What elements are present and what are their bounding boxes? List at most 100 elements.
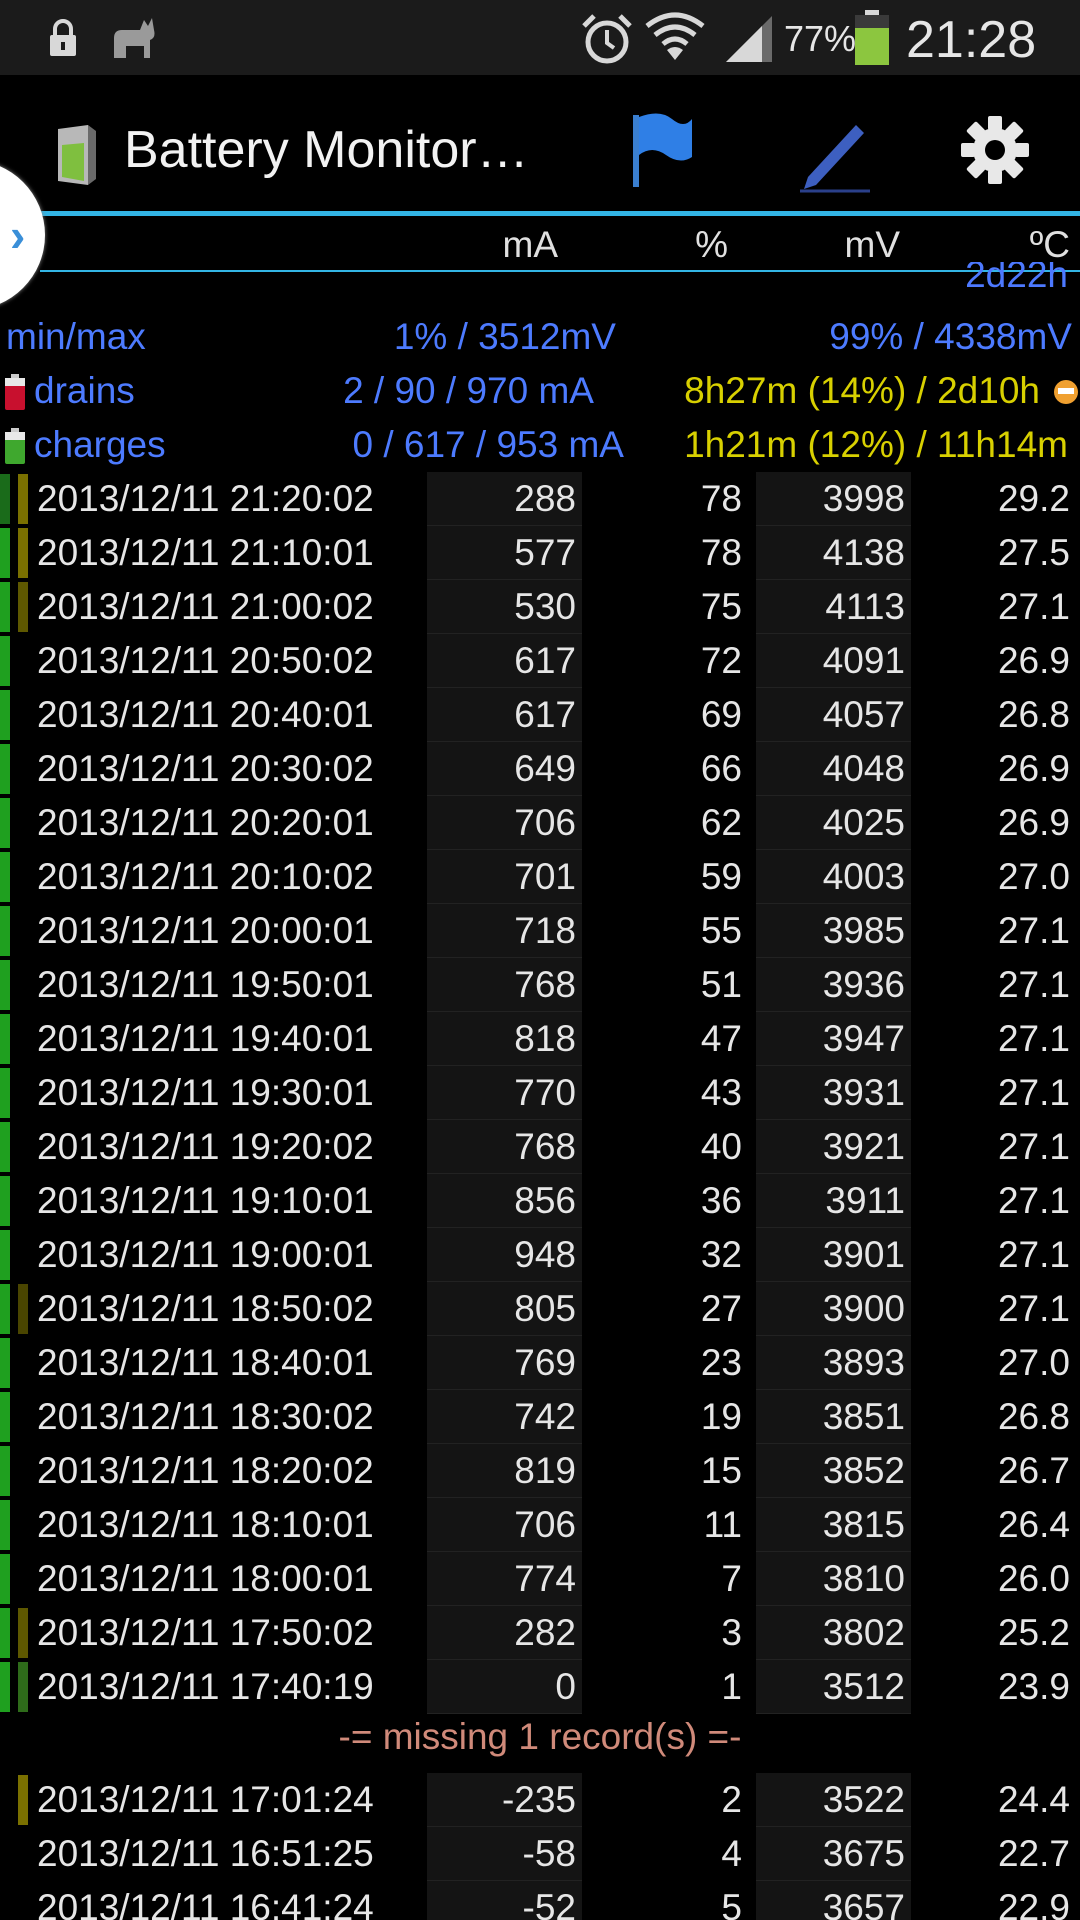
table-row[interactable]: 2013/12/11 18:50:02 805 27 3900 27.1: [0, 1282, 1080, 1336]
row-ma: 282: [514, 1612, 576, 1653]
table-row[interactable]: 2013/12/11 19:10:01 856 36 3911 27.1: [0, 1174, 1080, 1228]
row-timestamp: 2013/12/11 19:50:01: [37, 964, 374, 1005]
row-temp: 27.1: [997, 586, 1070, 627]
row-mv-cell: 3985: [756, 904, 911, 958]
flag-icon[interactable]: [620, 105, 710, 195]
log-table[interactable]: 2013/12/11 21:20:02 288 78 3998 29.2 2013/12/…: [0, 472, 1080, 1714]
table-row[interactable]: 2013/12/11 16:41:24 -52 5 3657 22.9: [0, 1881, 1080, 1920]
column-mv[interactable]: mV: [845, 224, 901, 266]
status-bar-marker: [0, 1500, 10, 1550]
row-temp: 26.7: [997, 1450, 1070, 1491]
row-ma-cell: 617: [427, 634, 582, 688]
charges-label: charges: [34, 424, 166, 465]
table-row[interactable]: 2013/12/11 17:01:24 -235 2 3522 24.4: [0, 1773, 1080, 1827]
row-percent: 78: [700, 532, 742, 573]
row-temp: 27.5: [997, 532, 1070, 573]
row-ma: 819: [514, 1450, 576, 1491]
drains-right: 8h27m (14%) / 2d10h: [684, 370, 1040, 411]
table-row[interactable]: 2013/12/11 19:50:01 768 51 3936 27.1: [0, 958, 1080, 1012]
gear-icon[interactable]: [950, 105, 1040, 195]
status-bar-marker: [18, 636, 28, 686]
table-row[interactable]: 2013/12/11 19:30:01 770 43 3931 27.1: [0, 1066, 1080, 1120]
table-row[interactable]: 2013/12/11 18:40:01 769 23 3893 27.0: [0, 1336, 1080, 1390]
row-temp: 26.9: [997, 802, 1070, 843]
row-ma-cell: 0: [427, 1660, 582, 1714]
row-ma: 288: [514, 478, 576, 519]
row-temp: 26.8: [997, 1396, 1070, 1437]
row-ma: 718: [514, 910, 576, 951]
status-bar-marker: [18, 1068, 28, 1118]
drains-label: drains: [34, 370, 135, 411]
status-bar-marker: [18, 690, 28, 740]
column-ma[interactable]: mA: [503, 224, 559, 266]
row-ma-cell: 577: [427, 526, 582, 580]
row-mv-cell: 3852: [756, 1444, 911, 1498]
row-mv-cell: 3901: [756, 1228, 911, 1282]
table-row[interactable]: 2013/12/11 20:30:02 649 66 4048 26.9: [0, 742, 1080, 796]
table-row[interactable]: 2013/12/11 18:20:02 819 15 3852 26.7: [0, 1444, 1080, 1498]
battery-green-icon: [5, 428, 25, 464]
table-row[interactable]: 2013/12/11 20:50:02 617 72 4091 26.9: [0, 634, 1080, 688]
app-icon[interactable]: [52, 125, 100, 185]
row-mv-cell: 3657: [756, 1881, 911, 1920]
table-row[interactable]: 2013/12/11 18:10:01 706 11 3815 26.4: [0, 1498, 1080, 1552]
row-ma: 617: [514, 640, 576, 681]
table-row[interactable]: 2013/12/11 17:50:02 282 3 3802 25.2: [0, 1606, 1080, 1660]
row-mv-cell: 3936: [756, 958, 911, 1012]
column-temp[interactable]: ºC: [1030, 224, 1070, 266]
row-timestamp: 2013/12/11 20:10:02: [37, 856, 374, 897]
table-row[interactable]: 2013/12/11 20:10:02 701 59 4003 27.0: [0, 850, 1080, 904]
row-mv: 4048: [822, 748, 905, 789]
status-bar-marker: [18, 1392, 28, 1442]
row-temp: 27.1: [997, 1072, 1070, 1113]
table-row[interactable]: 2013/12/11 20:40:01 617 69 4057 26.8: [0, 688, 1080, 742]
row-percent: 43: [700, 1072, 742, 1113]
row-mv: 3810: [822, 1558, 905, 1599]
status-bar-marker: [18, 1775, 28, 1825]
status-bar-marker: [18, 528, 28, 578]
row-percent: 75: [700, 586, 742, 627]
status-bar-marker: [0, 1176, 10, 1226]
table-row[interactable]: 2013/12/11 21:10:01 577 78 4138 27.5: [0, 526, 1080, 580]
row-mv-cell: 3512: [756, 1660, 911, 1714]
column-pct[interactable]: %: [695, 224, 728, 266]
table-row[interactable]: 2013/12/11 19:40:01 818 47 3947 27.1: [0, 1012, 1080, 1066]
row-mv: 3921: [822, 1126, 905, 1167]
table-row[interactable]: 2013/12/11 20:20:01 706 62 4025 26.9: [0, 796, 1080, 850]
row-timestamp: 2013/12/11 20:20:01: [37, 802, 374, 843]
row-percent: 40: [700, 1126, 742, 1167]
row-ma-cell: 742: [427, 1390, 582, 1444]
drains-left: 2 / 90 / 970 mA: [343, 370, 594, 411]
row-mv: 3675: [822, 1833, 905, 1874]
log-table-continued[interactable]: 2013/12/11 17:01:24 -235 2 3522 24.4 2013/12/…: [0, 1773, 1080, 1920]
lock-icon: [50, 19, 76, 56]
table-row[interactable]: 2013/12/11 17:40:19 0 1 3512 23.9: [0, 1660, 1080, 1714]
table-row[interactable]: 2013/12/11 21:20:02 288 78 3998 29.2: [0, 472, 1080, 526]
row-percent: 78: [700, 478, 742, 519]
status-bar-marker: [0, 1338, 10, 1388]
row-temp: 27.0: [997, 856, 1070, 897]
clock: 21:28: [906, 11, 1037, 69]
row-temp: 27.1: [997, 1288, 1070, 1329]
table-row[interactable]: 2013/12/11 18:30:02 742 19 3851 26.8: [0, 1390, 1080, 1444]
row-timestamp: 2013/12/11 18:50:02: [37, 1288, 374, 1329]
row-temp: 26.9: [997, 640, 1070, 681]
status-bar-marker: [0, 1829, 10, 1879]
pencil-icon[interactable]: [790, 105, 880, 195]
table-row[interactable]: 2013/12/11 19:00:01 948 32 3901 27.1: [0, 1228, 1080, 1282]
row-timestamp: 2013/12/11 18:30:02: [37, 1396, 374, 1437]
row-ma-cell: 282: [427, 1606, 582, 1660]
table-row[interactable]: 2013/12/11 18:00:01 774 7 3810 26.0: [0, 1552, 1080, 1606]
row-mv-cell: 3522: [756, 1773, 911, 1827]
row-mv: 3815: [822, 1504, 905, 1545]
table-row[interactable]: 2013/12/11 20:00:01 718 55 3985 27.1: [0, 904, 1080, 958]
table-row[interactable]: 2013/12/11 19:20:02 768 40 3921 27.1: [0, 1120, 1080, 1174]
row-ma-cell: 948: [427, 1228, 582, 1282]
summary-charges: charges 0 / 617 / 953 mA 1h21m (12%) / 1…: [0, 418, 1080, 472]
table-row[interactable]: 2013/12/11 21:00:02 530 75 4113 27.1: [0, 580, 1080, 634]
table-row[interactable]: 2013/12/11 16:51:25 -58 4 3675 22.7: [0, 1827, 1080, 1881]
row-mv-cell: 4091: [756, 634, 911, 688]
status-bar-marker: [0, 1446, 10, 1496]
row-ma-cell: -52: [427, 1881, 582, 1920]
row-mv-cell: 3900: [756, 1282, 911, 1336]
